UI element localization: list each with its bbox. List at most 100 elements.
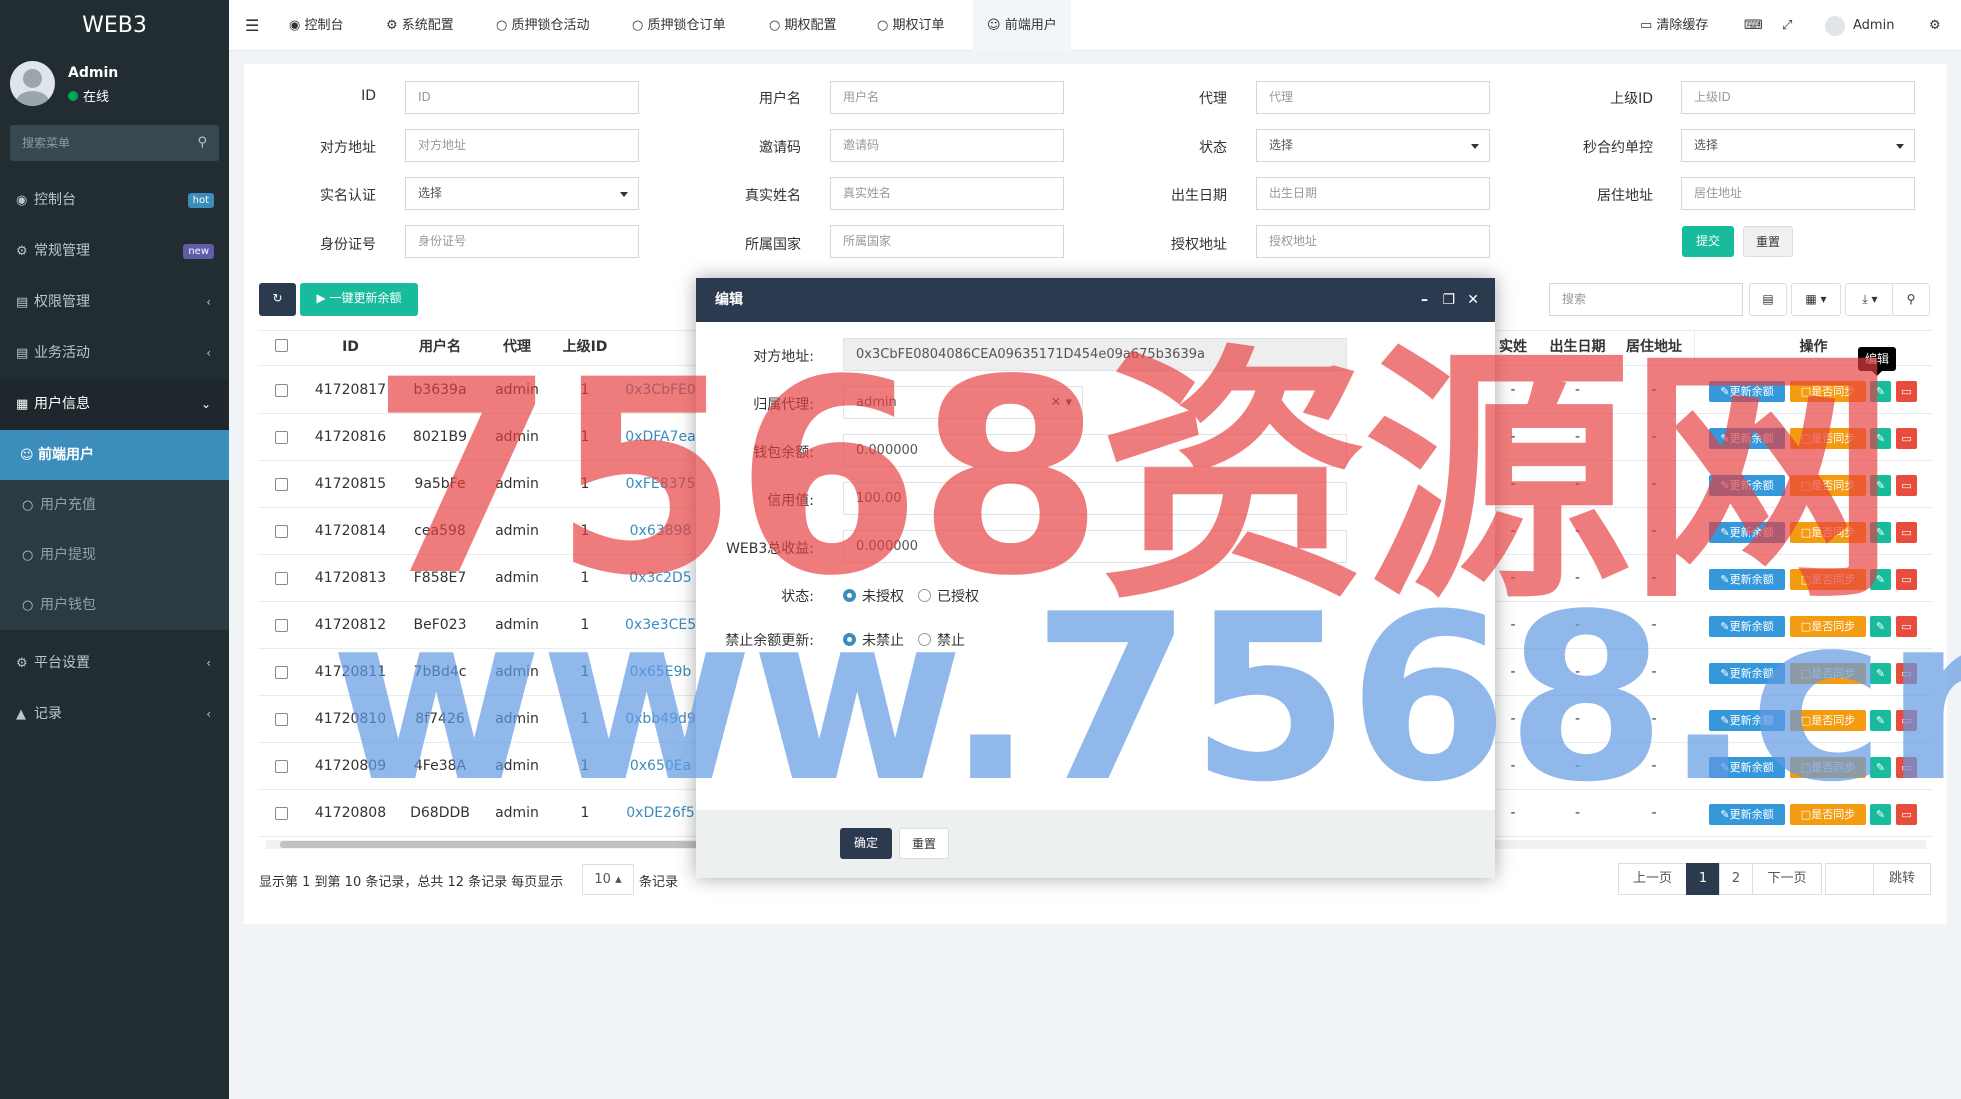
records-label: 条记录 bbox=[639, 875, 679, 890]
row-checkbox[interactable] bbox=[275, 666, 288, 679]
tab-system-config[interactable]: ⚙ 系统配置 bbox=[386, 0, 454, 51]
tab-options-config[interactable]: ○ 期权配置 bbox=[769, 0, 837, 51]
table-search-input[interactable]: 搜索 bbox=[1549, 283, 1743, 316]
refresh-button[interactable]: ↻ bbox=[259, 283, 296, 316]
fullscreen-icon[interactable]: ⤢ bbox=[1782, 0, 1792, 51]
sidebar-item-general[interactable]: ⚙ 常规管理 new bbox=[0, 226, 229, 277]
tab-staking-orders[interactable]: ○ 质押锁仓订单 bbox=[632, 0, 726, 51]
sidebar-item-business[interactable]: ▤ 业务活动 ‹ bbox=[0, 328, 229, 379]
advanced-search-button[interactable]: ⚲ bbox=[1892, 283, 1930, 316]
contract-control-select[interactable]: 选择 bbox=[1681, 129, 1915, 162]
scrollbar-thumb[interactable] bbox=[280, 841, 700, 848]
sidebar-item-permissions[interactable]: ▤ 权限管理 ‹ bbox=[0, 277, 229, 328]
minimize-icon[interactable]: – bbox=[1421, 278, 1428, 322]
next-page-button[interactable]: 下一页 bbox=[1752, 863, 1822, 895]
idcard-input[interactable]: 身份证号 bbox=[405, 225, 639, 258]
user-status: 在线 bbox=[68, 86, 109, 105]
username-input[interactable]: 用户名 bbox=[830, 81, 1064, 114]
clear-cache-button[interactable]: ▭ 清除缓存 bbox=[1640, 0, 1708, 51]
toggle-view-button[interactable]: ▤ bbox=[1749, 283, 1787, 316]
sidebar-item-recharge[interactable]: ○ 用户充值 bbox=[0, 480, 229, 530]
page-size-select[interactable]: 10 ▴ bbox=[582, 864, 634, 895]
circle-icon: ○ bbox=[877, 18, 893, 33]
address-input[interactable]: 对方地址 bbox=[405, 129, 639, 162]
maximize-icon[interactable]: ❐ bbox=[1442, 278, 1455, 322]
row-checkbox[interactable] bbox=[275, 478, 288, 491]
page-1-button[interactable]: 1 bbox=[1686, 863, 1720, 895]
sidebar-menu: ◉ 控制台 hot ⚙ 常规管理 new ▤ 权限管理 ‹ ▤ 业务活动 ‹ ▦ 用户信息 ⌄ ☺ 前… bbox=[0, 175, 229, 740]
row-checkbox[interactable] bbox=[275, 384, 288, 397]
chevron-down-icon: ⌄ bbox=[200, 397, 211, 411]
row-checkbox[interactable] bbox=[275, 619, 288, 632]
sidebar-item-label: 前端用户 bbox=[38, 447, 94, 463]
top-navbar: ☰ ◉ 控制台 ⚙ 系统配置 ○ 质押锁仓活动 ○ 质押锁仓订单 ○ 期权配置 … bbox=[229, 0, 1961, 51]
status-label: 状态 bbox=[1199, 140, 1227, 156]
birthdate-input[interactable]: 出生日期 bbox=[1256, 177, 1490, 210]
tab-label: 控制台 bbox=[304, 18, 344, 33]
sidebar-item-dashboard[interactable]: ◉ 控制台 hot bbox=[0, 175, 229, 226]
submit-button[interactable]: 提交 bbox=[1682, 226, 1734, 257]
page-2-button[interactable]: 2 bbox=[1719, 863, 1753, 895]
translate-icon[interactable]: ⌨ bbox=[1744, 0, 1763, 51]
sidebar-item-wallet[interactable]: ○ 用户钱包 bbox=[0, 580, 229, 630]
modal-header: 编辑 – ❐ ✕ bbox=[696, 278, 1495, 322]
tab-options-orders[interactable]: ○ 期权订单 bbox=[877, 0, 945, 51]
auth-address-input[interactable]: 授权地址 bbox=[1256, 225, 1490, 258]
prev-page-button[interactable]: 上一页 bbox=[1618, 863, 1687, 895]
sidebar-search-input[interactable] bbox=[10, 125, 219, 161]
update-all-balance-button[interactable]: ▶ 一键更新余额 bbox=[300, 283, 418, 316]
country-input[interactable]: 所属国家 bbox=[830, 225, 1064, 258]
tab-label: 质押锁仓订单 bbox=[647, 18, 726, 33]
sidebar-item-records[interactable]: ▲ 记录 ‹ bbox=[0, 689, 229, 740]
tab-label: 前端用户 bbox=[1004, 18, 1057, 33]
delete-button[interactable]: ▭ bbox=[1896, 381, 1917, 402]
delete-button[interactable]: ▭ bbox=[1896, 428, 1917, 449]
jump-button[interactable]: 跳转 bbox=[1873, 863, 1931, 895]
row-checkbox[interactable] bbox=[275, 525, 288, 538]
delete-button[interactable]: ▭ bbox=[1896, 522, 1917, 543]
row-checkbox[interactable] bbox=[275, 760, 288, 773]
tab-dashboard[interactable]: ◉ 控制台 bbox=[289, 0, 344, 51]
status-select[interactable]: 选择 bbox=[1256, 129, 1490, 162]
id-input[interactable]: ID bbox=[405, 81, 639, 114]
columns-button[interactable]: ▦ ▾ bbox=[1791, 283, 1841, 316]
settings-icon[interactable]: ⚙ bbox=[1929, 0, 1941, 51]
row-checkbox[interactable] bbox=[275, 572, 288, 585]
page-size-value: 10 bbox=[594, 872, 611, 887]
sidebar-item-user-info[interactable]: ▦ 用户信息 ⌄ bbox=[0, 379, 229, 430]
sidebar-item-label: 权限管理 bbox=[34, 294, 90, 310]
close-icon[interactable]: ✕ bbox=[1467, 278, 1479, 322]
export-button[interactable]: ⤓ ▾ bbox=[1845, 283, 1895, 316]
trash-icon: ▭ bbox=[1901, 432, 1912, 445]
invite-code-label: 邀请码 bbox=[759, 140, 801, 156]
idcard-label: 身份证号 bbox=[320, 237, 376, 253]
admin-menu[interactable]: Admin bbox=[1825, 0, 1894, 51]
residence-input[interactable]: 居住地址 bbox=[1681, 177, 1915, 210]
search-icon[interactable]: ⚲ bbox=[197, 135, 207, 150]
reset-button[interactable]: 重置 bbox=[1743, 226, 1793, 257]
row-checkbox[interactable] bbox=[275, 713, 288, 726]
tab-staking-activity[interactable]: ○ 质押锁仓活动 bbox=[496, 0, 590, 51]
jump-page-input[interactable] bbox=[1825, 863, 1874, 895]
sidebar-item-withdraw[interactable]: ○ 用户提现 bbox=[0, 530, 229, 580]
invite-code-input[interactable]: 邀请码 bbox=[830, 129, 1064, 162]
play-icon: ▶ bbox=[316, 291, 330, 305]
agent-input[interactable]: 代理 bbox=[1256, 81, 1490, 114]
delete-button[interactable]: ▭ bbox=[1896, 475, 1917, 496]
parent-id-input[interactable]: 上级ID bbox=[1681, 81, 1915, 114]
address-label: 对方地址 bbox=[320, 140, 376, 156]
tab-frontend-users[interactable]: ☺ 前端用户 bbox=[973, 0, 1071, 51]
auth-address-label: 授权地址 bbox=[1171, 237, 1227, 253]
update-all-label: 一键更新余额 bbox=[329, 291, 402, 305]
realname-auth-select[interactable]: 选择 bbox=[405, 177, 639, 210]
realname-input[interactable]: 真实姓名 bbox=[830, 177, 1064, 210]
sidebar-item-frontend-users[interactable]: ☺ 前端用户 bbox=[0, 430, 229, 480]
select-all-checkbox[interactable] bbox=[275, 339, 288, 352]
sidebar-item-label: 业务活动 bbox=[34, 345, 90, 361]
menu-toggle-icon[interactable]: ☰ bbox=[245, 0, 259, 51]
sidebar-item-platform-settings[interactable]: ⚙ 平台设置 ‹ bbox=[0, 638, 229, 689]
row-checkbox[interactable] bbox=[275, 807, 288, 820]
residence-label: 居住地址 bbox=[1597, 188, 1653, 204]
brand-logo[interactable]: WEB3 bbox=[0, 0, 229, 51]
row-checkbox[interactable] bbox=[275, 431, 288, 444]
